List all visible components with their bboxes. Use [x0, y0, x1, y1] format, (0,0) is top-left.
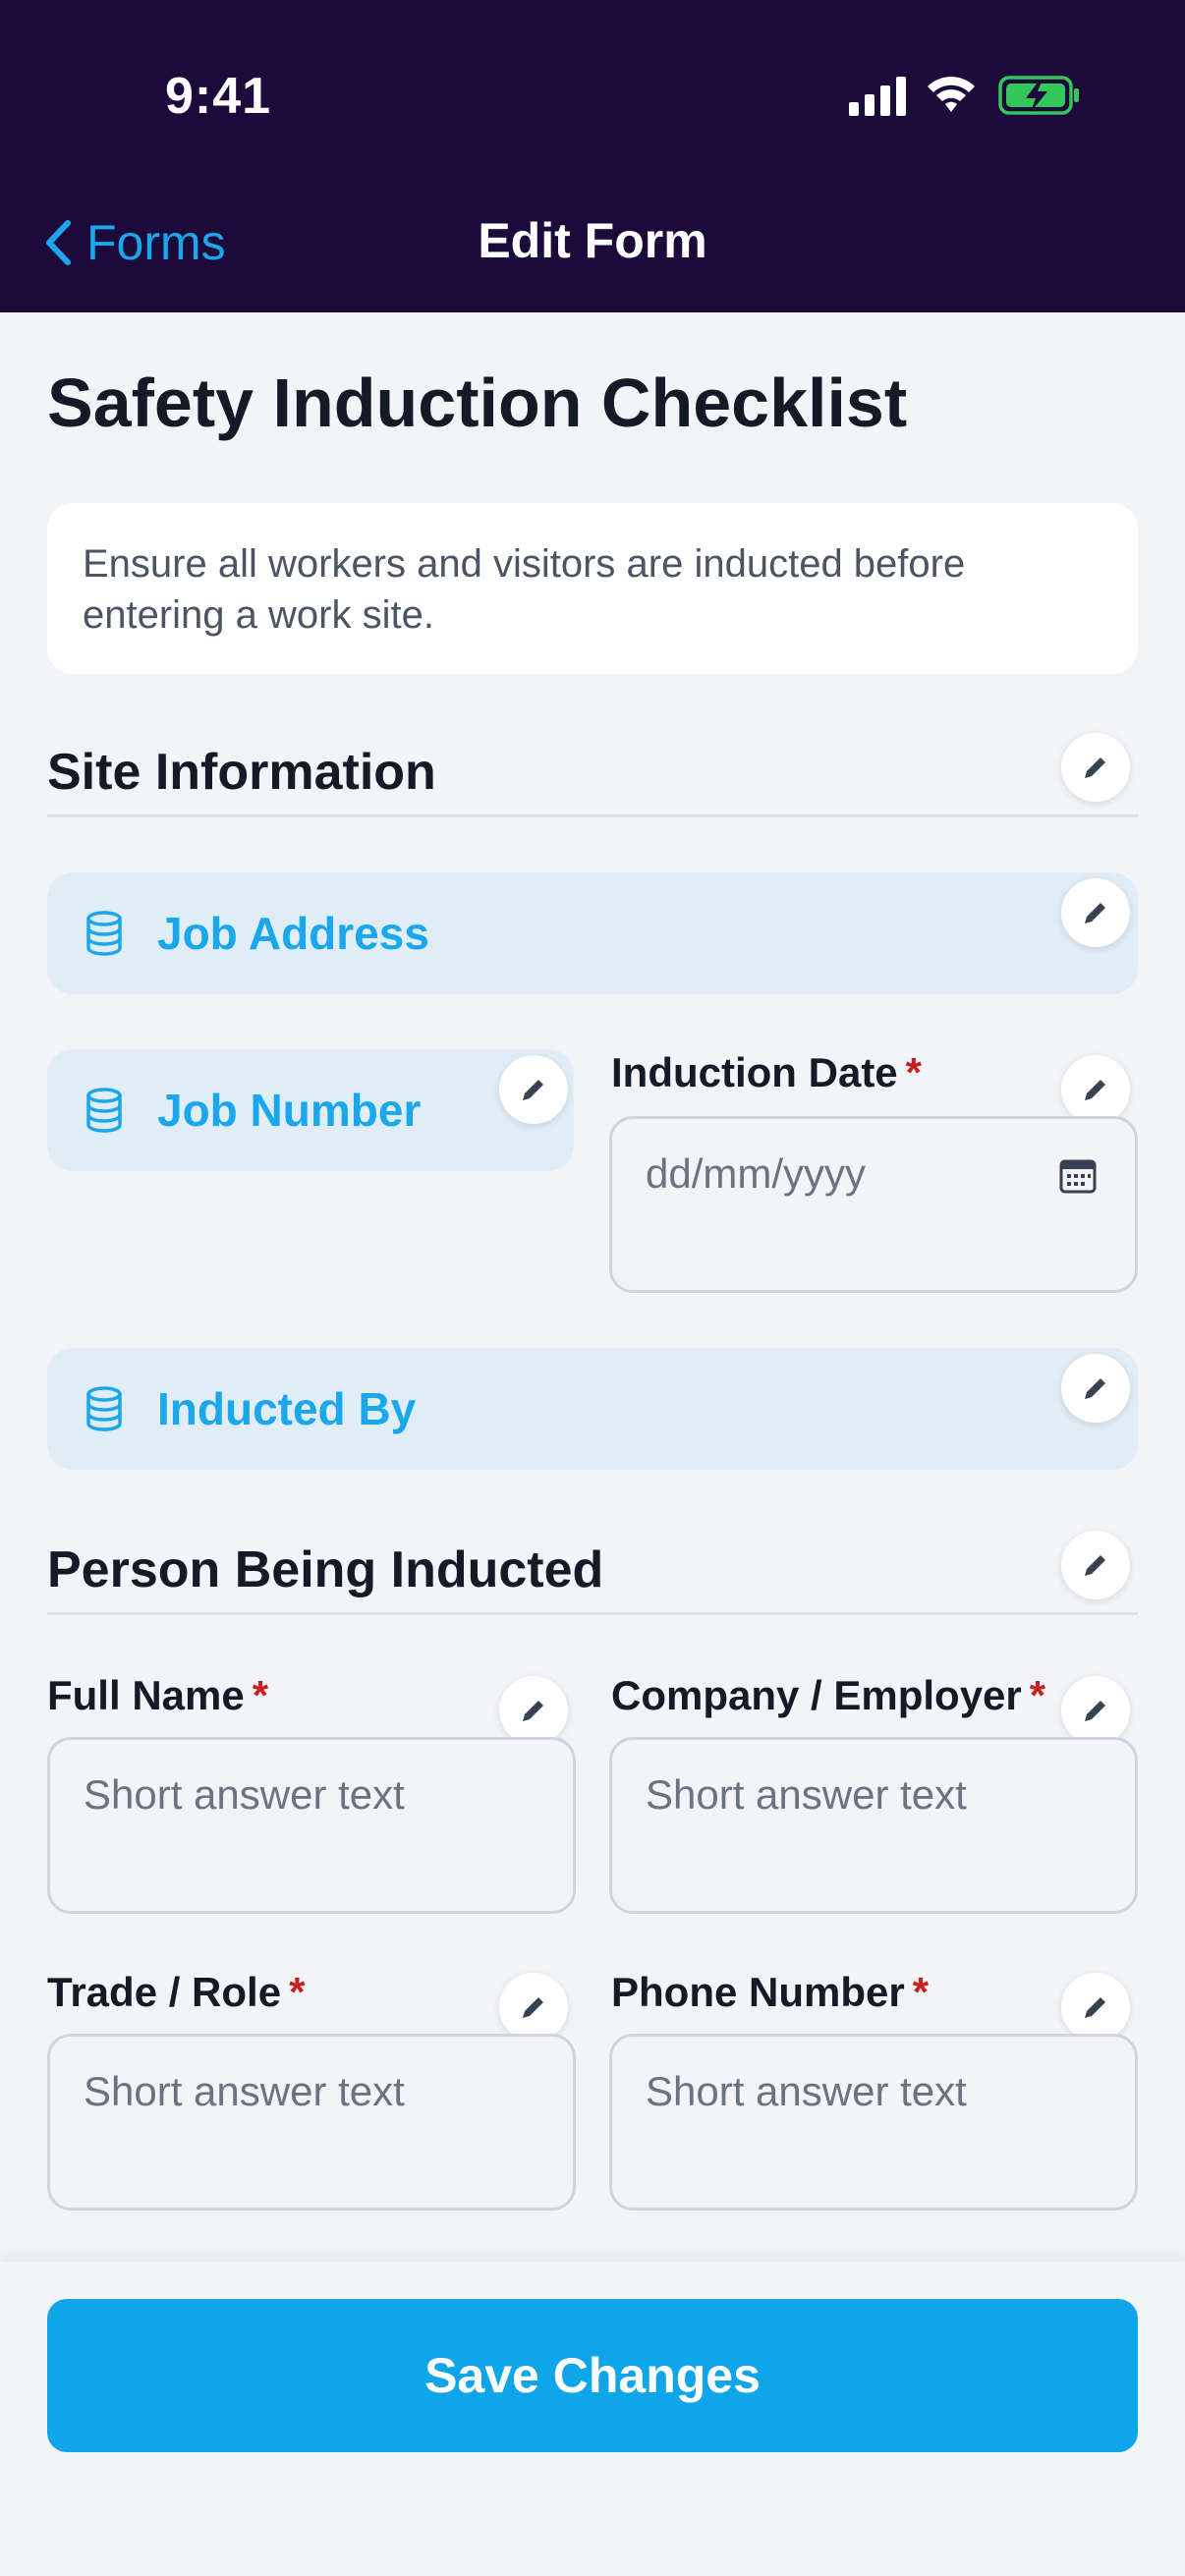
pencil-icon — [1085, 1080, 1105, 1100]
pencil-icon — [1085, 1997, 1105, 2018]
field-label-text: Company / Employer — [611, 1672, 1022, 1718]
edit-section-button[interactable] — [1061, 733, 1130, 802]
field-job-number[interactable]: Job Number — [47, 1049, 574, 1171]
field-label-text: Full Name — [47, 1672, 245, 1718]
edit-field-button[interactable] — [1061, 878, 1130, 947]
field-label-text: Trade / Role — [47, 1969, 282, 2015]
top-header: 9:41 Forms Edit Form — [0, 0, 1185, 312]
field-inducted-by[interactable]: Inducted By — [47, 1348, 1138, 1470]
induction-date-input[interactable]: dd/mm/yyyy — [609, 1116, 1138, 1293]
induction-date-label: Induction Date * — [611, 1049, 922, 1096]
pencil-icon — [1085, 1701, 1105, 1721]
phone-number-label: Phone Number * — [611, 1969, 929, 2016]
full-name-input[interactable]: Short answer text — [47, 1737, 576, 1914]
phone-number-input[interactable]: Short answer text — [609, 2034, 1138, 2211]
page-title: Edit Form — [478, 213, 707, 268]
field-label-text: Phone Number — [611, 1969, 905, 2015]
company-employer-input[interactable]: Short answer text — [609, 1737, 1138, 1914]
database-icon — [86, 1386, 122, 1431]
full-name-label: Full Name * — [47, 1672, 268, 1719]
battery-charging-icon — [998, 76, 1079, 115]
section-title[interactable]: Site Information — [47, 743, 436, 802]
calendar-icon[interactable] — [1058, 1156, 1098, 1196]
wifi-icon — [928, 77, 975, 112]
form-description[interactable]: Ensure all workers and visitors are indu… — [47, 503, 1138, 674]
trade-role-label: Trade / Role * — [47, 1969, 305, 2016]
edit-field-button[interactable] — [499, 1973, 568, 2042]
database-icon — [86, 911, 122, 956]
field-label: Inducted By — [157, 1383, 417, 1434]
status-time: 9:41 — [165, 68, 272, 125]
field-label: Job Address — [157, 908, 429, 959]
edit-field-button[interactable] — [1061, 1354, 1130, 1423]
field-label-text: Induction Date — [611, 1049, 898, 1095]
pencil-icon — [523, 1080, 543, 1100]
pencil-icon — [1085, 1555, 1105, 1576]
edit-field-button[interactable] — [1061, 1055, 1130, 1124]
cellular-signal-icon — [849, 77, 906, 116]
form-title[interactable]: Safety Induction Checklist — [47, 364, 907, 442]
pencil-icon — [1085, 757, 1105, 778]
field-job-address[interactable]: Job Address — [47, 872, 1138, 994]
save-changes-button[interactable]: Save Changes — [47, 2299, 1138, 2452]
edit-field-button[interactable] — [499, 1676, 568, 1745]
required-marker: * — [912, 1969, 930, 2015]
company-employer-label: Company / Employer * — [611, 1672, 1045, 1719]
input-placeholder: Short answer text — [84, 1771, 405, 1818]
required-marker: * — [905, 1049, 923, 1095]
pencil-icon — [1085, 1378, 1105, 1399]
edit-field-button[interactable] — [1061, 1676, 1130, 1745]
edit-section-button[interactable] — [1061, 1531, 1130, 1599]
required-marker: * — [252, 1672, 269, 1718]
trade-role-input[interactable]: Short answer text — [47, 2034, 576, 2211]
pencil-icon — [523, 1997, 543, 2018]
bottom-action-bar: Save Changes — [0, 2262, 1185, 2576]
field-label: Job Number — [157, 1085, 422, 1136]
input-placeholder: Short answer text — [646, 2068, 967, 2114]
input-placeholder: Short answer text — [84, 2068, 405, 2114]
pencil-icon — [1085, 903, 1105, 924]
edit-field-button[interactable] — [499, 1055, 568, 1124]
required-marker: * — [1029, 1672, 1046, 1718]
section-header-person-being-inducted: Person Being Inducted — [47, 1519, 1138, 1615]
section-header-site-information: Site Information — [47, 721, 1138, 817]
section-title[interactable]: Person Being Inducted — [47, 1540, 603, 1599]
edit-field-button[interactable] — [1061, 1973, 1130, 2042]
date-placeholder: dd/mm/yyyy — [646, 1150, 867, 1197]
pencil-icon — [523, 1701, 543, 1721]
input-placeholder: Short answer text — [646, 1771, 967, 1818]
required-marker: * — [289, 1969, 306, 2015]
database-icon — [86, 1088, 122, 1133]
